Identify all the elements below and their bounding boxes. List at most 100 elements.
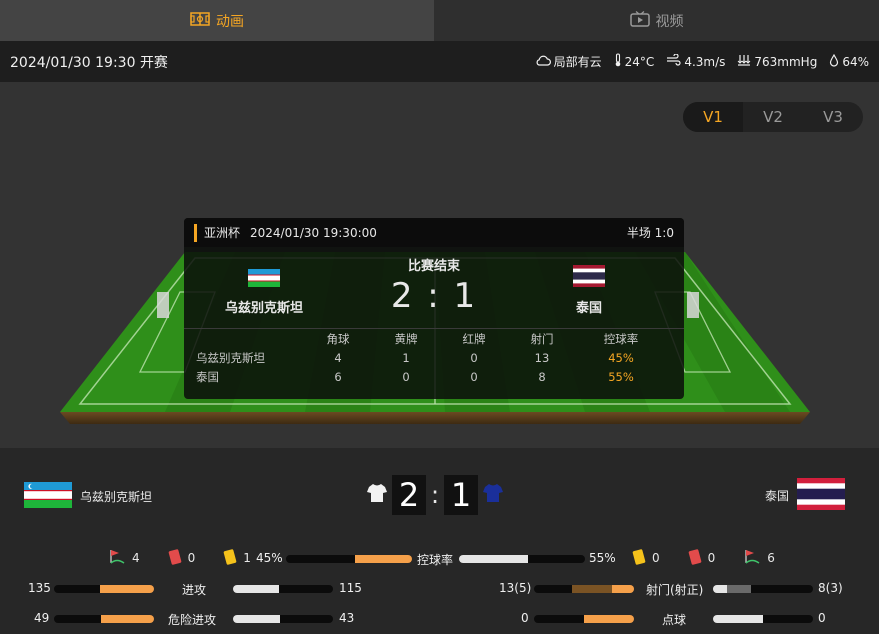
red-card-icon (688, 548, 702, 568)
home-penalty: 0 (521, 611, 529, 625)
home-shots-on-target-fill (612, 585, 634, 593)
match-summary-panel: 亚洲杯 2024/01/30 19:30:00 半场 1:0 比赛结束 2 : … (184, 218, 684, 399)
home-danger-bar (54, 615, 154, 623)
away-red-cards: 0 (707, 551, 716, 565)
league-name: 亚洲杯 (204, 226, 241, 240)
away-yellow-cards: 0 (652, 551, 660, 565)
panel-stats-table: 角球 黄牌 红牌 射门 控球率 乌兹别克斯坦 4 1 0 13 45% 泰国 6… (184, 328, 684, 386)
version-v3-button[interactable]: V3 (803, 102, 863, 132)
header-red: 红牌 (462, 331, 486, 346)
away-score: 1 (444, 475, 478, 515)
wind-icon (666, 53, 681, 69)
away-danger-fill (233, 615, 280, 623)
corner-flag-icon (108, 549, 126, 568)
home-possession-fill (355, 555, 412, 563)
version-switcher: V1 V2 V3 (683, 102, 863, 132)
weather-info: 局部有云 24°C 4.3m/s 763mmHg 64% (535, 53, 869, 70)
thailand-flag-icon (797, 478, 845, 513)
tab-video[interactable]: 视频 (434, 0, 879, 41)
pitch-icon (190, 11, 210, 30)
panel-away-name: 泰国 (575, 301, 602, 316)
scoreboard: 2 : 1 (366, 475, 504, 515)
row-shots: 13 (534, 350, 550, 365)
tab-video-label: 视频 (655, 13, 684, 30)
row-yellow: 0 (402, 369, 410, 384)
match-score-area: 比赛结束 2 : 1 乌兹别克斯坦 泰国 (184, 247, 684, 328)
header-yellow: 黄牌 (394, 331, 418, 346)
home-yellow-cards: 1 (243, 551, 251, 565)
red-card-icon (168, 548, 182, 568)
away-possession-bar (459, 555, 585, 563)
live-stats-section: 乌兹别克斯坦 2 : 1 泰国 4 0 1 45% 控球率 55% 0 0 6 … (0, 448, 879, 634)
pressure-text: 763mmHg (754, 54, 818, 69)
row-red: 0 (470, 369, 478, 384)
home-red-cards: 0 (187, 551, 196, 565)
yellow-card-icon (632, 548, 646, 568)
away-shots: 8(3) (818, 581, 843, 595)
uzbekistan-flag-icon (248, 269, 280, 291)
header-possession: 控球率 (603, 331, 639, 346)
away-danger-bar (233, 615, 333, 623)
tab-animation-label: 动画 (216, 13, 244, 30)
home-danger-fill (100, 615, 154, 623)
away-corners: 6 (767, 551, 775, 565)
row-red: 0 (470, 350, 478, 365)
away-shots-bar (713, 585, 813, 593)
row-team-name: 乌兹别克斯坦 (196, 350, 265, 365)
row-shots: 8 (538, 369, 546, 384)
home-corners: 4 (132, 551, 140, 565)
row-possession: 55% (608, 369, 634, 384)
home-team: 乌兹别克斯坦 (24, 482, 152, 511)
header-shots: 射门 (530, 331, 554, 346)
away-event-counts: 0 0 6 (632, 548, 775, 568)
home-attack-fill (100, 585, 154, 593)
home-penalty-bar (534, 615, 634, 623)
away-jersey-icon (482, 482, 504, 508)
panel-header: 亚洲杯 2024/01/30 19:30:00 半场 1:0 (184, 218, 684, 247)
panel-score-separator: : (427, 276, 441, 316)
panel-home-score: 2 (390, 276, 415, 316)
away-attack-fill (233, 585, 279, 593)
panel-away-score: 1 (453, 276, 478, 316)
row-team-name: 泰国 (196, 369, 219, 384)
home-team-name: 乌兹别克斯坦 (80, 490, 153, 504)
temperature-text: 24°C (624, 54, 655, 69)
danger-label: 危险进攻 (168, 613, 217, 627)
panel-home-team: 乌兹别克斯坦 (214, 269, 314, 316)
home-dangerous-attack: 49 (34, 611, 50, 625)
home-attack-bar (54, 585, 154, 593)
stats-header-row: 角球 黄牌 红牌 射门 控球率 (184, 329, 684, 348)
humidity-text: 64% (842, 54, 869, 69)
penalty-label: 点球 (662, 613, 687, 627)
panel-home-name: 乌兹别克斯坦 (224, 301, 303, 316)
pressure-icon (737, 54, 751, 69)
home-attack: 135 (28, 581, 51, 595)
away-dangerous-attack: 43 (339, 611, 355, 625)
corner-flag-icon (743, 549, 761, 568)
tab-animation[interactable]: 动画 (0, 0, 434, 41)
humidity-icon (829, 53, 839, 70)
yellow-card-icon (223, 548, 237, 568)
cloud-icon (535, 55, 551, 69)
video-icon (629, 10, 650, 31)
away-penalty-bar (713, 615, 813, 623)
tab-bar: 动画 视频 (0, 0, 879, 41)
away-possession: 55% (589, 551, 616, 565)
kickoff-time: 2024/01/30 19:30 开赛 (10, 54, 168, 71)
match-info-bar: 2024/01/30 19:30 开赛 局部有云 24°C 4.3m/s 763… (0, 41, 879, 82)
away-possession-fill (459, 555, 529, 563)
version-v2-button[interactable]: V2 (743, 102, 803, 132)
away-penalty: 0 (818, 611, 826, 625)
away-shots-on-target-fill (713, 585, 727, 593)
possession-label: 控球率 (417, 553, 454, 567)
away-attack-bar (233, 585, 333, 593)
score-colon: : (430, 481, 440, 509)
thailand-flag-icon (573, 265, 605, 291)
version-v1-button[interactable]: V1 (683, 102, 743, 132)
half-time-score: 半场 1:0 (626, 226, 674, 240)
home-possession: 45% (256, 551, 283, 565)
uzbekistan-flag-icon (24, 482, 72, 511)
row-corners: 4 (334, 350, 342, 365)
row-possession: 45% (608, 350, 634, 365)
table-row: 乌兹别克斯坦 4 1 0 13 45% (184, 348, 684, 367)
